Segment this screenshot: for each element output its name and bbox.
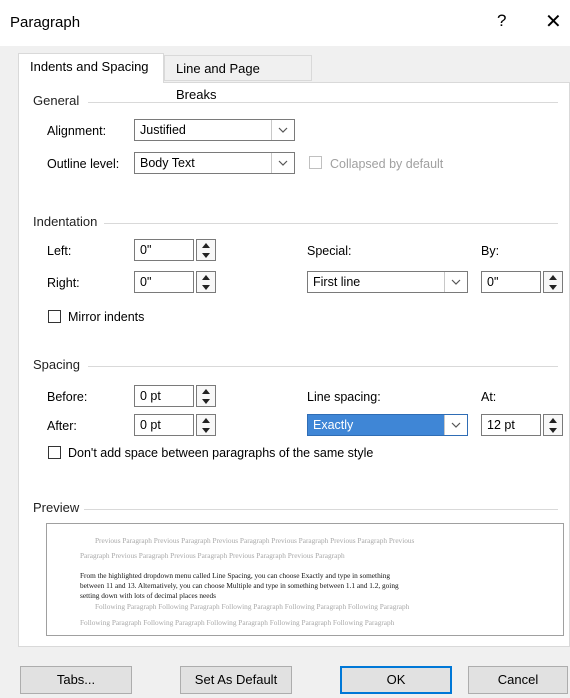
left-indent-label: Left: (47, 244, 72, 258)
after-stepper[interactable] (196, 414, 216, 436)
special-dropdown[interactable]: First line (307, 271, 468, 293)
spin-up-icon[interactable] (544, 272, 562, 282)
at-label: At: (481, 390, 497, 404)
tab-line-and-page-breaks[interactable]: Line and Page Breaks (164, 55, 312, 102)
preview-heading: Preview (33, 500, 80, 515)
line-spacing-dropdown[interactable]: Exactly (307, 414, 468, 436)
collapsed-by-default-checkbox[interactable] (309, 156, 322, 169)
preview-sample-line: From the highlighted dropdown menu calle… (80, 571, 391, 580)
spin-up-icon[interactable] (544, 415, 562, 425)
dialog-title: Paragraph (10, 14, 81, 31)
spin-down-icon[interactable] (197, 425, 215, 435)
title-bar (0, 0, 570, 46)
outline-level-value: Body Text (140, 156, 195, 170)
spin-up-icon[interactable] (197, 240, 215, 250)
left-indent-input[interactable]: 0" (134, 239, 194, 261)
tabs-button-label: Tabs... (56, 672, 96, 687)
right-indent-value: 0" (140, 275, 152, 289)
preview-following-line: Following Paragraph Following Paragraph … (95, 602, 410, 611)
set-as-default-label: Set As Default (194, 672, 278, 687)
preview-pane: Previous Paragraph Previous Paragraph Pr… (46, 523, 564, 636)
outline-level-label: Outline level: (47, 157, 120, 171)
before-label: Before: (47, 390, 88, 404)
mirror-indents-label: Mirror indents (68, 310, 145, 324)
line-spacing-value: Exactly (313, 418, 354, 432)
at-stepper[interactable] (543, 414, 563, 436)
cancel-button[interactable]: Cancel (468, 666, 568, 694)
outline-level-dropdown[interactable]: Body Text (134, 152, 295, 174)
after-input[interactable]: 0 pt (134, 414, 194, 436)
cancel-label: Cancel (497, 672, 539, 687)
spin-down-icon[interactable] (544, 425, 562, 435)
left-indent-stepper[interactable] (196, 239, 216, 261)
at-input[interactable]: 12 pt (481, 414, 541, 436)
spin-down-icon[interactable] (197, 282, 215, 292)
preview-divider (84, 509, 558, 510)
spin-down-icon[interactable] (197, 396, 215, 406)
chevron-down-icon (271, 120, 294, 140)
spin-up-icon[interactable] (197, 386, 215, 396)
close-button[interactable]: ✕ (545, 9, 562, 34)
spin-down-icon[interactable] (197, 250, 215, 260)
ok-label: OK (386, 672, 406, 687)
dont-add-space-checkbox[interactable] (48, 446, 61, 459)
spacing-divider (88, 366, 558, 367)
before-input[interactable]: 0 pt (134, 385, 194, 407)
spin-down-icon[interactable] (544, 282, 562, 292)
spin-up-icon[interactable] (197, 415, 215, 425)
spin-up-icon[interactable] (197, 272, 215, 282)
by-value: 0" (487, 275, 499, 289)
line-spacing-label: Line spacing: (307, 390, 381, 404)
chevron-down-icon (444, 415, 467, 435)
tab-label: Indents and Spacing (30, 59, 149, 74)
mirror-indents-checkbox[interactable] (48, 310, 61, 323)
preview-previous-line: Paragraph Previous Paragraph Previous Pa… (80, 551, 345, 560)
preview-sample-line: between 11 and 13. Alternatively, you ca… (80, 581, 399, 590)
tabs-button[interactable]: Tabs... (20, 666, 132, 694)
special-label: Special: (307, 244, 352, 258)
help-button[interactable]: ? (497, 11, 506, 31)
preview-sample-line: setting down with lots of decimal places… (80, 591, 216, 600)
chevron-down-icon (271, 153, 294, 173)
by-stepper[interactable] (543, 271, 563, 293)
dont-add-space-label: Don't add space between paragraphs of th… (68, 446, 374, 460)
tab-indents-and-spacing[interactable]: Indents and Spacing (18, 53, 164, 83)
preview-following-line: Following Paragraph Following Paragraph … (80, 618, 395, 627)
special-value: First line (313, 275, 361, 289)
ok-button[interactable]: OK (340, 666, 452, 694)
after-value: 0 pt (140, 418, 161, 432)
right-indent-stepper[interactable] (196, 271, 216, 293)
right-indent-label: Right: (47, 276, 80, 290)
left-indent-value: 0" (140, 243, 152, 257)
collapsed-by-default-label: Collapsed by default (330, 157, 444, 171)
indentation-divider (104, 223, 558, 224)
after-label: After: (47, 419, 77, 433)
alignment-label: Alignment: (47, 124, 107, 138)
indentation-heading: Indentation (33, 214, 98, 229)
right-indent-input[interactable]: 0" (134, 271, 194, 293)
spacing-heading: Spacing (33, 357, 80, 372)
at-value: 12 pt (487, 418, 515, 432)
preview-previous-line: Previous Paragraph Previous Paragraph Pr… (95, 536, 415, 545)
general-heading: General (33, 93, 80, 108)
alignment-value: Justified (140, 123, 186, 137)
chevron-down-icon (444, 272, 467, 292)
general-divider (88, 102, 558, 103)
before-stepper[interactable] (196, 385, 216, 407)
by-input[interactable]: 0" (481, 271, 541, 293)
set-as-default-button[interactable]: Set As Default (180, 666, 292, 694)
by-label: By: (481, 244, 500, 258)
before-value: 0 pt (140, 389, 161, 403)
alignment-dropdown[interactable]: Justified (134, 119, 295, 141)
